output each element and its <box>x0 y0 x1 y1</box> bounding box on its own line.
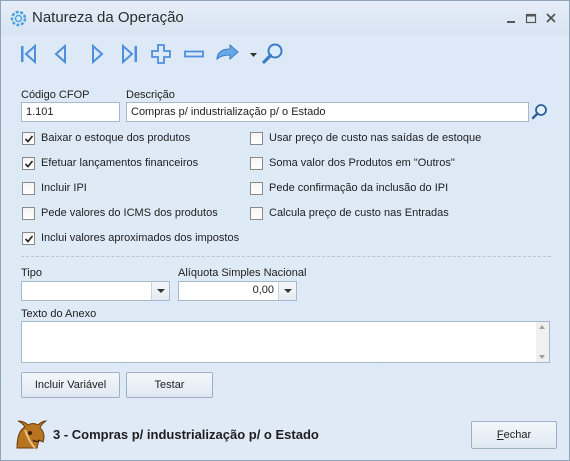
undo-dropdown-icon[interactable] <box>241 41 257 67</box>
tipo-label: Tipo <box>21 267 42 279</box>
cfop-label: Código CFOP <box>21 89 90 101</box>
checkbox-label: Incluir IPI <box>41 182 87 194</box>
checkbox-label: Soma valor dos Produtos em "Outros" <box>269 157 455 169</box>
remove-icon[interactable] <box>181 41 207 67</box>
undo-icon[interactable] <box>214 41 240 67</box>
descricao-search-icon[interactable] <box>530 102 550 122</box>
scroll-down-icon[interactable] <box>539 355 545 359</box>
chevron-down-icon[interactable] <box>278 282 296 300</box>
checkbox-label: Baixar o estoque dos produtos <box>41 132 191 144</box>
checkmark-icon <box>24 235 34 243</box>
testar-button[interactable]: Testar <box>126 372 213 398</box>
chevron-down-icon[interactable] <box>151 282 169 300</box>
separator <box>21 256 551 257</box>
bull-logo-icon <box>13 418 48 452</box>
fechar-mnemonic: F <box>496 429 504 441</box>
texto-anexo-textarea[interactable] <box>21 321 550 363</box>
cfop-input[interactable]: 1.101 <box>21 102 120 122</box>
checkbox-box[interactable] <box>22 232 35 245</box>
checkbox-label: Pede confirmação da inclusão do IPI <box>269 182 449 194</box>
navigation-toolbar <box>15 41 315 69</box>
aliquota-value: 0,00 <box>252 284 274 296</box>
search-icon[interactable] <box>260 41 286 67</box>
texto-anexo-label: Texto do Anexo <box>21 308 97 320</box>
maximize-icon[interactable] <box>523 10 539 26</box>
checkbox-box[interactable] <box>250 157 263 170</box>
minimize-icon[interactable] <box>503 10 519 26</box>
first-record-icon[interactable] <box>17 41 43 67</box>
checkbox-label: Efetuar lançamentos financeiros <box>41 157 199 169</box>
aliquota-field[interactable]: 0,00 <box>178 281 297 301</box>
scrollbar[interactable] <box>536 322 549 362</box>
checkbox-box[interactable] <box>22 207 35 220</box>
checkbox-box[interactable] <box>22 157 35 170</box>
checkbox-label: Calcula preço de custo nas Entradas <box>269 207 449 219</box>
previous-record-icon[interactable] <box>48 41 74 67</box>
scroll-up-icon[interactable] <box>539 325 545 329</box>
add-icon[interactable] <box>148 41 174 67</box>
checkbox-box[interactable] <box>250 132 263 145</box>
last-record-icon[interactable] <box>115 41 141 67</box>
descricao-label: Descrição <box>126 89 175 101</box>
footer-status: 3 - Compras p/ industrialização p/ o Est… <box>53 427 319 442</box>
fechar-button[interactable]: Fechar <box>471 421 557 449</box>
dialog-window: Natureza da Operação Código CFOP 1.101 D… <box>0 0 570 461</box>
fechar-rest: echar <box>503 429 532 441</box>
checkbox-label: Usar preço de custo nas saídas de estoqu… <box>269 132 482 144</box>
incluir-variavel-button[interactable]: Incluir Variável <box>21 372 120 398</box>
descricao-input[interactable]: Compras p/ industrialização p/ o Estado <box>126 102 529 122</box>
checkbox-label: Inclui valores aproximados dos impostos <box>41 232 240 244</box>
checkbox-box[interactable] <box>250 207 263 220</box>
checkbox-box[interactable] <box>250 182 263 195</box>
title-bar[interactable]: Natureza da Operação <box>1 1 569 35</box>
checkbox-label: Pede valores do ICMS dos produtos <box>41 207 218 219</box>
checkbox-box[interactable] <box>22 132 35 145</box>
tipo-select[interactable] <box>21 281 170 301</box>
next-record-icon[interactable] <box>84 41 110 67</box>
checkmark-icon <box>24 135 34 143</box>
aliquota-label: Alíquota Simples Nacional <box>178 267 307 279</box>
checkmark-icon <box>24 160 34 168</box>
app-gear-icon <box>10 10 27 27</box>
window-title: Natureza da Operação <box>32 9 184 26</box>
close-icon[interactable] <box>543 10 559 26</box>
checkbox-box[interactable] <box>22 182 35 195</box>
